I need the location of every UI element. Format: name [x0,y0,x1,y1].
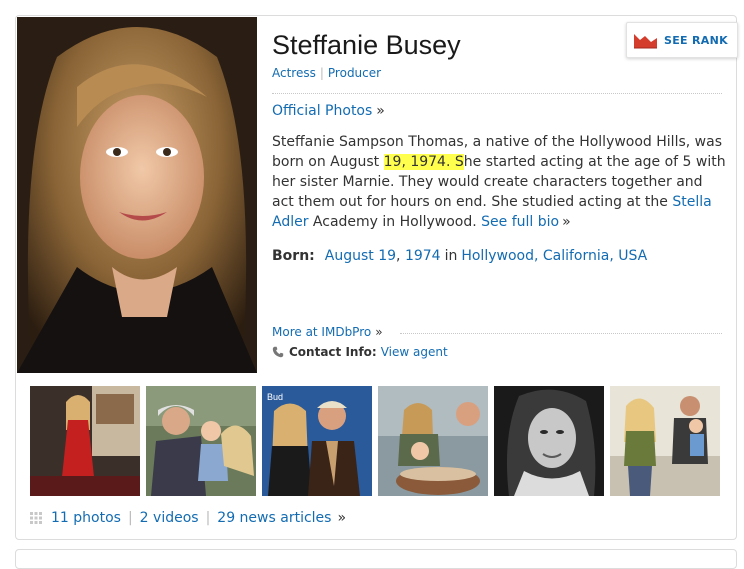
role-link-actress[interactable]: Actress [272,66,316,80]
headshot-photo[interactable] [17,17,257,373]
role-separator: | [319,66,324,80]
born-year-link[interactable]: 1974 [405,248,441,264]
contact-info: Contact Info: View agent [272,345,448,359]
news-articles-link[interactable]: 29 news articles [217,510,331,526]
bio-highlight: 19, 1974. S [383,154,464,170]
media-links: 11 photos | 2 videos | 29 news articles » [30,510,346,526]
imdbpro-link[interactable]: More at IMDbPro [272,325,371,339]
bio-part: Academy in Hollywood. [308,214,482,230]
photos-link[interactable]: 11 photos [51,510,121,526]
contact-label: Contact Info: [289,345,377,359]
raquo: » [337,510,347,526]
roles: Actress | Producer [272,66,381,80]
imdbpro-more: More at IMDbPro » [272,325,383,339]
pro-divider [400,333,722,334]
view-agent-link[interactable]: View agent [381,345,448,359]
phone-icon [272,346,284,358]
header-divider [272,93,722,94]
photo-thumbnail[interactable] [494,386,604,496]
photo-thumbnail[interactable]: Bud [262,386,372,496]
photo-thumbnail[interactable] [146,386,256,496]
next-card [15,549,737,569]
see-rank-label: SEE RANK [664,33,728,47]
role-link-producer[interactable]: Producer [328,66,381,80]
born-info: Born: August 19, 1974 in Hollywood, Califor… [272,248,647,264]
photo-thumbnail[interactable] [378,386,488,496]
born-date-link[interactable]: August 19 [325,248,396,264]
official-photos-link[interactable]: Official Photos [272,103,372,119]
raquo: » [562,214,571,230]
person-name: Steffanie Busey [272,30,461,60]
grid-icon [30,512,42,524]
videos-link[interactable]: 2 videos [140,510,199,526]
born-date-sep: , [396,248,401,264]
photo-thumbnail[interactable] [30,386,140,496]
media-separator: | [127,510,133,526]
raquo: » [376,103,385,119]
born-in: in [444,248,458,264]
rank-chart-icon [634,34,657,49]
born-label: Born: [272,248,315,264]
svg-text:Bud: Bud [267,392,283,402]
official-photos: Official Photos» [272,103,385,119]
see-rank-button[interactable]: SEE RANK [626,22,738,58]
see-full-bio-link[interactable]: See full bio [481,214,559,230]
born-place-link[interactable]: Hollywood, California, USA [461,248,647,264]
media-separator: | [205,510,211,526]
photo-thumbnail[interactable] [610,386,720,496]
raquo: » [375,325,383,339]
bio-text: Steffanie Sampson Thomas, a native of th… [272,132,727,232]
